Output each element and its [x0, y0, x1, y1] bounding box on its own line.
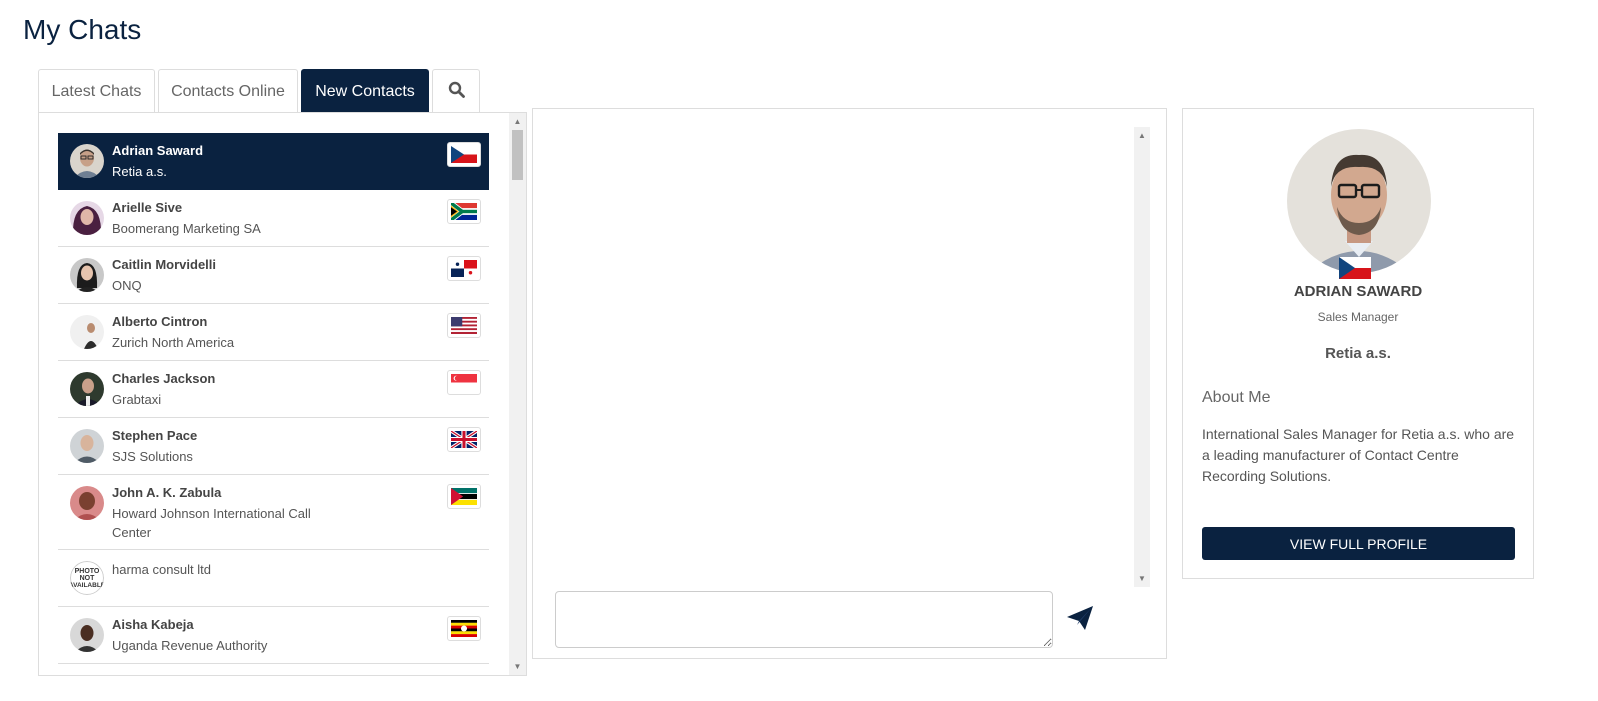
contact-company: Grabtaxi	[112, 392, 162, 407]
scroll-up-icon[interactable]: ▲	[509, 113, 526, 130]
contact-name: Caitlin Morvidelli	[112, 257, 217, 272]
about-heading: About Me	[1202, 389, 1271, 406]
profile-company: Retia a.s.	[1325, 345, 1391, 362]
profile-name: ADRIAN SAWARD	[1293, 283, 1423, 300]
contact-company: Retia a.s.	[112, 164, 167, 179]
contact-name: Stephen Pace	[112, 428, 198, 443]
contact-item-alberto-cintron[interactable]: Alberto Cintron Zurich North America	[58, 304, 489, 361]
flag-cz-icon	[447, 142, 481, 167]
scroll-thumb[interactable]	[512, 130, 523, 180]
avatar	[70, 258, 104, 292]
profile-photo	[1287, 129, 1431, 273]
chat-scrollbar[interactable]: ▲ ▼	[1134, 127, 1150, 587]
avatar	[70, 618, 104, 652]
contact-company: Howard Johnson International Call Center	[112, 506, 311, 540]
contact-company: SJS Solutions	[112, 449, 193, 464]
flag-gb-icon	[447, 427, 481, 452]
search-icon	[448, 81, 465, 103]
contact-item-arielle-sive[interactable]: Arielle Sive Boomerang Marketing SA	[58, 190, 489, 247]
contact-company: Boomerang Marketing SA	[112, 221, 261, 236]
avatar	[70, 201, 104, 235]
avatar	[70, 315, 104, 349]
svg-text:NOT: NOT	[80, 575, 96, 582]
tab-search[interactable]	[432, 69, 480, 113]
flag-pa-icon	[447, 256, 481, 281]
contact-list: Adrian Saward Retia a.s. Arielle Sive Bo…	[58, 133, 489, 664]
avatar	[70, 429, 104, 463]
profile-panel: ADRIAN SAWARD Sales Manager Retia a.s. A…	[1182, 108, 1534, 579]
contact-item-charles-jackson[interactable]: Charles Jackson Grabtaxi	[58, 361, 489, 418]
flag-za-icon	[447, 199, 481, 224]
tab-latest-chats[interactable]: Latest Chats	[38, 69, 155, 113]
contact-item-adrian-saward[interactable]: Adrian Saward Retia a.s.	[58, 133, 489, 190]
contact-name: John A. K. Zabula	[112, 485, 222, 500]
scroll-down-icon[interactable]: ▼	[509, 658, 526, 675]
flag-mz-icon	[447, 484, 481, 509]
contact-list-panel: Adrian Saward Retia a.s. Arielle Sive Bo…	[38, 112, 527, 676]
contact-name: Aisha Kabeja	[112, 617, 194, 632]
contact-item-john-zabula[interactable]: John A. K. Zabula Howard Johnson Interna…	[58, 475, 489, 550]
contact-item-aisha-kabeja[interactable]: Aisha Kabeja Uganda Revenue Authority	[58, 607, 489, 664]
view-full-profile-button[interactable]: VIEW FULL PROFILE	[1202, 527, 1515, 560]
contact-company: ONQ	[112, 278, 142, 293]
send-button[interactable]	[1065, 603, 1097, 635]
message-input[interactable]	[555, 591, 1053, 648]
about-text: International Sales Manager for Retia a.…	[1202, 426, 1515, 484]
avatar	[70, 486, 104, 520]
contact-name: Charles Jackson	[112, 371, 216, 386]
contact-company: harma consult ltd	[112, 562, 211, 577]
contact-name: Arielle Sive	[112, 200, 183, 215]
tab-contacts-online[interactable]: Contacts Online	[158, 69, 298, 113]
contact-name: Adrian Saward	[112, 143, 204, 158]
svg-text:PHOTO: PHOTO	[75, 568, 100, 575]
flag-cz-icon	[1339, 257, 1371, 279]
page-title: My Chats	[23, 14, 142, 45]
contact-list-scrollbar[interactable]: ▲ ▼	[509, 113, 526, 675]
scroll-up-icon[interactable]: ▲	[1134, 127, 1150, 144]
paper-plane-icon	[1065, 606, 1095, 637]
svg-text:AVAILABLE: AVAILABLE	[70, 582, 104, 589]
flag-ug-icon	[447, 616, 481, 641]
profile-role: Sales Manager	[1317, 310, 1399, 324]
contact-item-caitlin-morvidelli[interactable]: Caitlin Morvidelli ONQ	[58, 247, 489, 304]
scroll-down-icon[interactable]: ▼	[1134, 570, 1150, 587]
contact-company: Uganda Revenue Authority	[112, 638, 268, 653]
contact-tabs: Latest Chats Contacts Online New Contact…	[38, 69, 483, 113]
contact-item-harma-consult[interactable]: PHOTO NOT AVAILABLE harma consult ltd	[58, 550, 489, 607]
avatar: PHOTO NOT AVAILABLE	[70, 561, 104, 595]
chat-panel: ▲ ▼	[532, 108, 1167, 659]
flag-us-icon	[447, 313, 481, 338]
avatar	[70, 144, 104, 178]
flag-sg-icon	[447, 370, 481, 395]
contact-company: Zurich North America	[112, 335, 235, 350]
contact-item-stephen-pace[interactable]: Stephen Pace SJS Solutions	[58, 418, 489, 475]
tab-new-contacts[interactable]: New Contacts	[301, 69, 429, 113]
contact-name: Alberto Cintron	[112, 314, 208, 329]
avatar	[70, 372, 104, 406]
